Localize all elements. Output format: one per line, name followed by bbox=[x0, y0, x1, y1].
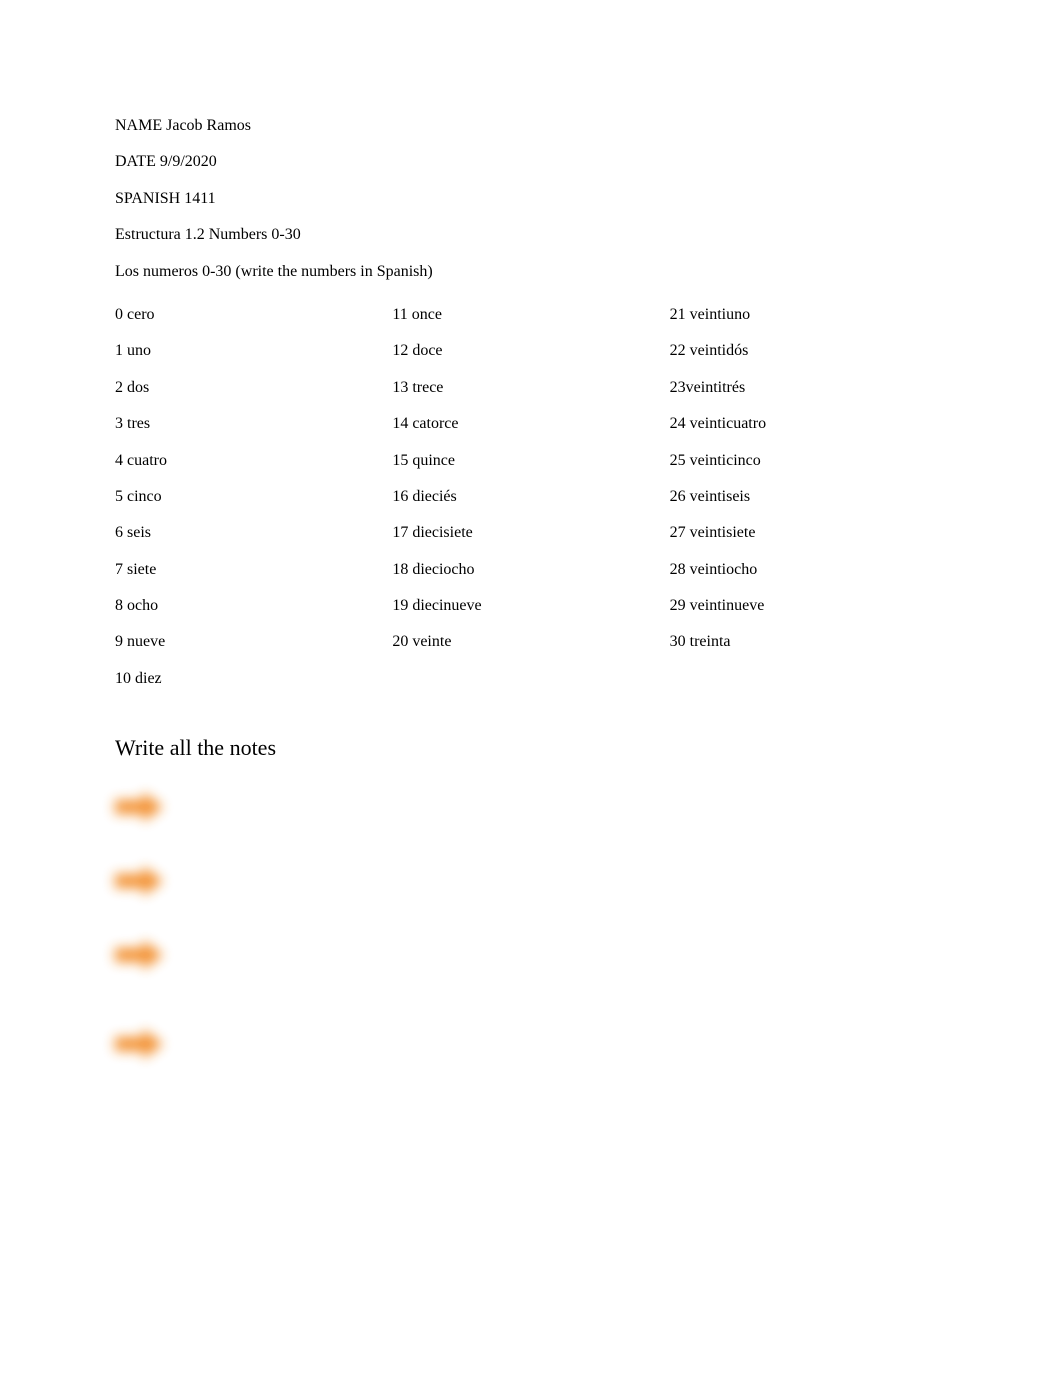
number-cell: 30 treinta bbox=[670, 624, 947, 660]
number-cell: 26 veintiseis bbox=[670, 479, 947, 515]
number-cell: 28 veintiocho bbox=[670, 552, 947, 588]
note-row bbox=[115, 851, 947, 911]
notes-heading: Write all the notes bbox=[115, 735, 947, 761]
number-cell: 7 siete bbox=[115, 552, 392, 588]
document-page: NAME Jacob Ramos DATE 9/9/2020 SPANISH 1… bbox=[0, 0, 1062, 1377]
arrow-right-icon bbox=[115, 940, 163, 970]
numbers-col-3: 21 veintiuno 22 veintidós 23veintitrés 2… bbox=[670, 297, 947, 697]
number-cell: 13 trece bbox=[392, 370, 669, 406]
number-cell: 6 seis bbox=[115, 515, 392, 551]
number-cell: 12 doce bbox=[392, 333, 669, 369]
date-line: DATE 9/9/2020 bbox=[115, 151, 947, 173]
number-cell: 0 cero bbox=[115, 297, 392, 333]
note-row bbox=[115, 925, 947, 985]
arrow-right-icon bbox=[115, 866, 163, 896]
number-cell: 27 veintisiete bbox=[670, 515, 947, 551]
number-cell: 18 dieciocho bbox=[392, 552, 669, 588]
numbers-table: 0 cero 1 uno 2 dos 3 tres 4 cuatro 5 cin… bbox=[115, 297, 947, 697]
numbers-col-1: 0 cero 1 uno 2 dos 3 tres 4 cuatro 5 cin… bbox=[115, 297, 392, 697]
number-cell: 16 dieciés bbox=[392, 479, 669, 515]
number-cell: 9 nueve bbox=[115, 624, 392, 660]
name-value: Jacob Ramos bbox=[166, 117, 251, 134]
note-row bbox=[115, 777, 947, 837]
number-cell: 8 ocho bbox=[115, 588, 392, 624]
course-line: SPANISH 1411 bbox=[115, 188, 947, 210]
number-cell: 10 diez bbox=[115, 661, 392, 697]
number-cell: 21 veintiuno bbox=[670, 297, 947, 333]
arrow-right-icon bbox=[115, 792, 163, 822]
number-cell: 23veintitrés bbox=[670, 370, 947, 406]
number-cell: 14 catorce bbox=[392, 406, 669, 442]
name-label: NAME bbox=[115, 117, 162, 134]
number-cell: 20 veinte bbox=[392, 624, 669, 660]
number-cell: 25 veinticinco bbox=[670, 443, 947, 479]
number-cell: 11 once bbox=[392, 297, 669, 333]
number-cell: 5 cinco bbox=[115, 479, 392, 515]
number-cell: 19 diecinueve bbox=[392, 588, 669, 624]
name-line: NAME Jacob Ramos bbox=[115, 115, 947, 137]
structure-line: Estructura 1.2 Numbers 0-30 bbox=[115, 224, 947, 246]
instruction-line: Los numeros 0-30 (write the numbers in S… bbox=[115, 261, 947, 283]
number-cell: 17 diecisiete bbox=[392, 515, 669, 551]
note-row bbox=[115, 999, 947, 1089]
date-value: 9/9/2020 bbox=[160, 153, 217, 170]
number-cell: 15 quince bbox=[392, 443, 669, 479]
number-cell: 1 uno bbox=[115, 333, 392, 369]
notes-list bbox=[115, 777, 947, 1089]
number-cell: 4 cuatro bbox=[115, 443, 392, 479]
number-cell: 24 veinticuatro bbox=[670, 406, 947, 442]
number-cell: 29 veintinueve bbox=[670, 588, 947, 624]
number-cell: 22 veintidós bbox=[670, 333, 947, 369]
date-label: DATE bbox=[115, 153, 156, 170]
number-cell: 3 tres bbox=[115, 406, 392, 442]
numbers-col-2: 11 once 12 doce 13 trece 14 catorce 15 q… bbox=[392, 297, 669, 697]
number-cell: 2 dos bbox=[115, 370, 392, 406]
arrow-right-icon bbox=[115, 1029, 163, 1059]
